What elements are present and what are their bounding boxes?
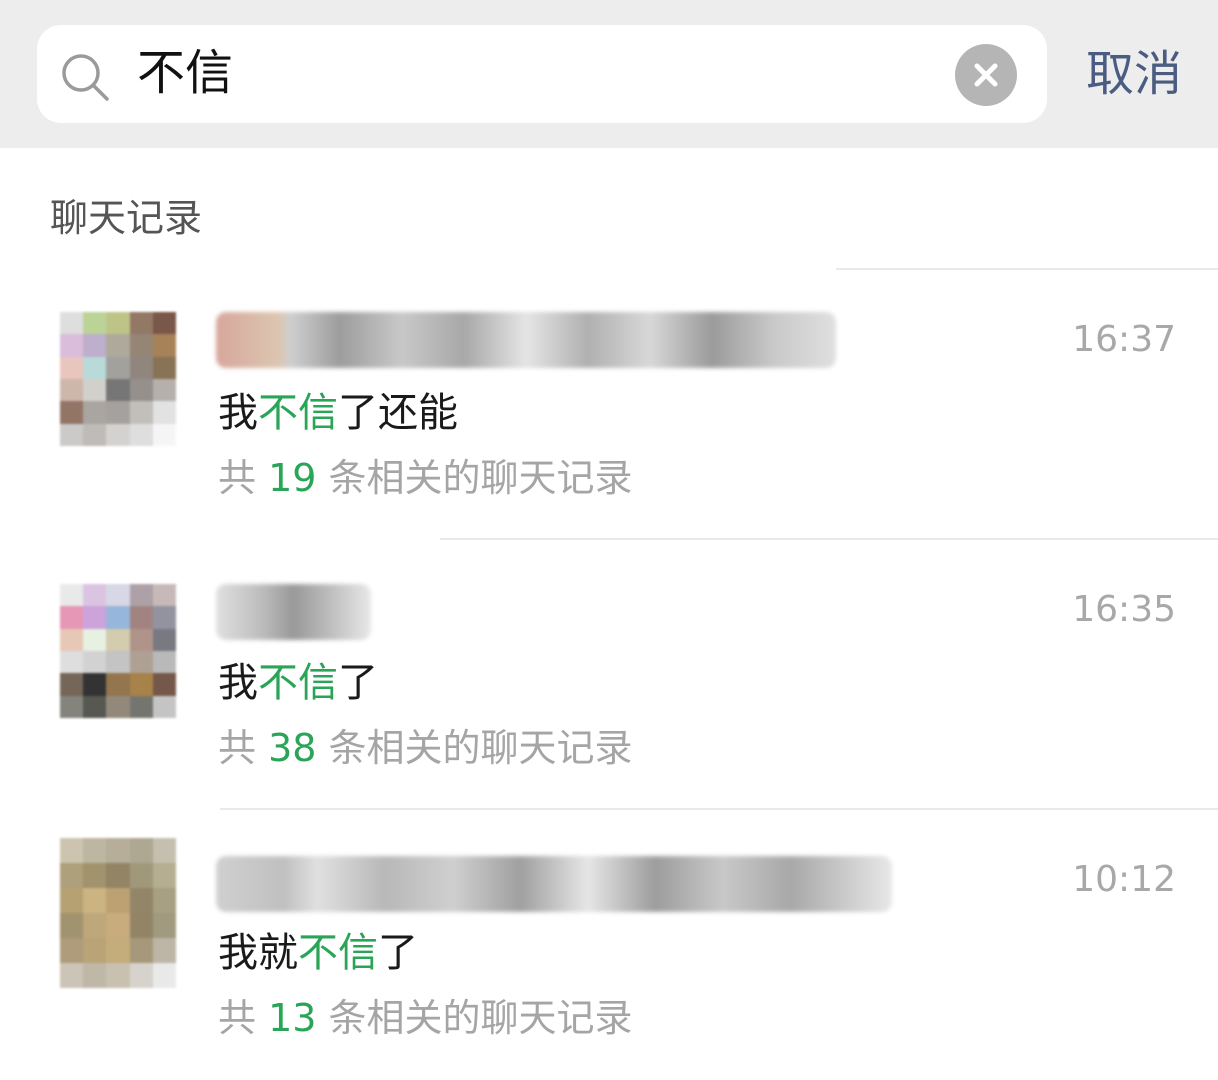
contact-name-blurred: [216, 312, 836, 368]
avatar: [60, 312, 176, 446]
related-count: 共 38 条相关的聊天记录: [218, 724, 633, 772]
section-title: 聊天记录: [50, 196, 203, 240]
chat-result-item[interactable]: 16:37 我不信了还能 共 19 条相关的聊天记录: [0, 270, 1218, 540]
snippet-text: 了: [378, 930, 418, 976]
clear-search-button[interactable]: [955, 44, 1017, 106]
snippet-text: 我: [218, 390, 258, 436]
message-time: 10:12: [1072, 859, 1176, 900]
chat-result-item[interactable]: 16:35 我不信了 共 38 条相关的聊天记录: [0, 540, 1218, 810]
related-count: 共 19 条相关的聊天记录: [218, 454, 633, 502]
snippet-text: 了还能: [338, 390, 458, 436]
count-suffix: 条相关的聊天记录: [316, 456, 633, 500]
clear-icon: [974, 63, 998, 87]
snippet-text: 我: [218, 660, 258, 706]
count-number: 13: [268, 996, 317, 1040]
count-prefix: 共: [218, 726, 269, 770]
avatar: [60, 584, 176, 718]
related-count: 共 13 条相关的聊天记录: [218, 994, 633, 1042]
search-box[interactable]: 不信: [37, 25, 1047, 123]
snippet-highlight: 不信: [258, 390, 338, 436]
snippet-highlight: 不信: [258, 660, 338, 706]
contact-name-blurred: [216, 856, 892, 912]
search-header: 不信 取消: [0, 0, 1218, 148]
message-time: 16:35: [1072, 589, 1176, 630]
message-snippet: 我不信了还能: [218, 388, 458, 438]
count-prefix: 共: [218, 996, 269, 1040]
snippet-text: 了: [338, 660, 378, 706]
cancel-button[interactable]: 取消: [1086, 44, 1182, 104]
message-snippet: 我不信了: [218, 658, 378, 708]
count-number: 38: [268, 726, 317, 770]
count-prefix: 共: [218, 456, 269, 500]
search-input[interactable]: 不信: [137, 43, 233, 103]
snippet-highlight: 不信: [298, 930, 378, 976]
search-icon: [62, 54, 109, 101]
count-number: 19: [268, 456, 317, 500]
snippet-text: 我就: [218, 930, 298, 976]
avatar: [60, 838, 176, 988]
count-suffix: 条相关的聊天记录: [316, 996, 633, 1040]
count-suffix: 条相关的聊天记录: [316, 726, 633, 770]
message-snippet: 我就不信了: [218, 928, 418, 978]
chat-result-item[interactable]: 10:12 我就不信了 共 13 条相关的聊天记录: [0, 810, 1218, 1080]
contact-name-blurred: [216, 584, 371, 640]
message-time: 16:37: [1072, 319, 1176, 360]
